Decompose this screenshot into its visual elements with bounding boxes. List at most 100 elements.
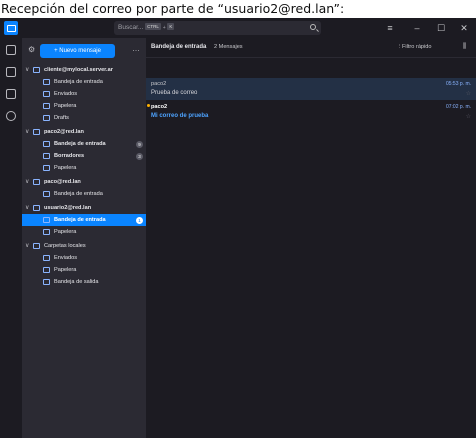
title-bar: Buscar... CTRL + K ≡ – ☐ ✕ bbox=[0, 18, 476, 38]
shortcut-ctrl: CTRL bbox=[145, 23, 161, 30]
folder-label: Papelera bbox=[54, 229, 77, 235]
local-folders-icon bbox=[33, 243, 40, 249]
minimize-button[interactable]: – bbox=[411, 22, 423, 34]
outbox-icon bbox=[43, 279, 50, 285]
filter-icon: ⫶ bbox=[399, 44, 401, 50]
account-row[interactable]: ∨ usuario2@red.lan bbox=[22, 202, 146, 214]
chat-icon[interactable] bbox=[6, 111, 16, 121]
message-row-unread[interactable]: paco2 Mi correo de prueba 07:02 p. m. ☆ bbox=[146, 101, 476, 123]
trash-icon bbox=[43, 103, 50, 109]
folder-row[interactable]: Enviados bbox=[22, 88, 146, 100]
sent-icon bbox=[43, 255, 50, 261]
folder-row[interactable]: Papelera bbox=[22, 226, 146, 238]
pane-settings-icon[interactable]: ⚙ bbox=[28, 46, 36, 54]
chevron-down-icon[interactable]: ∨ bbox=[25, 202, 29, 214]
trash-icon bbox=[43, 267, 50, 273]
folder-label: Bandeja de entrada bbox=[54, 79, 103, 85]
folder-row[interactable]: Bandeja de entrada bbox=[22, 76, 146, 88]
folder-row[interactable]: Papelera bbox=[22, 100, 146, 112]
unread-count-badge: 1 bbox=[136, 217, 143, 224]
account-row[interactable]: ∨ paco@red.lan bbox=[22, 176, 146, 188]
message-sender: paco2 bbox=[151, 81, 167, 87]
inbox-icon bbox=[43, 141, 50, 147]
folder-row[interactable]: Enviados bbox=[22, 252, 146, 264]
drafts-icon bbox=[43, 153, 50, 159]
folder-title: Bandeja de entrada bbox=[151, 44, 207, 50]
account-row[interactable]: ∨ cliente@mylocal.server.ar bbox=[22, 64, 146, 76]
folder-row[interactable]: Drafts bbox=[22, 112, 146, 124]
chevron-down-icon[interactable]: ∨ bbox=[25, 240, 29, 252]
pane-more-button[interactable]: … bbox=[132, 44, 140, 53]
caption-text: Recepción del correo por parte de “usuar… bbox=[0, 0, 476, 18]
maximize-button[interactable]: ☐ bbox=[435, 22, 447, 34]
account-icon bbox=[33, 179, 40, 185]
unread-count-badge: 3 bbox=[136, 153, 143, 160]
app-menu-button[interactable]: ≡ bbox=[384, 22, 396, 34]
chevron-down-icon[interactable]: ∨ bbox=[25, 176, 29, 188]
folder-label: usuario2@red.lan bbox=[44, 205, 92, 211]
folder-label: Papelera bbox=[54, 165, 77, 171]
unread-dot-icon bbox=[147, 104, 150, 107]
folder-row[interactable]: Bandeja de entrada bbox=[22, 188, 146, 200]
spaces-toolbar bbox=[0, 38, 22, 438]
chevron-down-icon[interactable]: ∨ bbox=[25, 64, 29, 76]
folder-label: Enviados bbox=[54, 255, 78, 261]
mail-space-icon[interactable] bbox=[6, 45, 16, 55]
inbox-icon bbox=[43, 217, 50, 223]
inbox-icon bbox=[43, 79, 50, 85]
folder-label: cliente@mylocal.server.ar bbox=[44, 67, 113, 73]
chevron-down-icon[interactable]: ∨ bbox=[25, 126, 29, 138]
message-time: 07:02 p. m. bbox=[445, 104, 471, 110]
calendar-icon[interactable] bbox=[6, 89, 16, 99]
account-icon bbox=[33, 129, 40, 135]
folder-label: Borradores bbox=[54, 153, 85, 159]
folder-row[interactable]: Papelera bbox=[22, 162, 146, 174]
folder-label: Bandeja de entrada bbox=[54, 141, 106, 147]
display-options-icon[interactable]: ⫼ bbox=[463, 43, 466, 51]
account-icon bbox=[33, 205, 40, 211]
quick-filter-label: Filtro rápido bbox=[401, 44, 432, 50]
folder-label: Bandeja de entrada bbox=[54, 217, 106, 223]
folder-label: paco@red.lan bbox=[44, 179, 81, 185]
folder-label: Enviados bbox=[54, 91, 78, 97]
folder-label: paco2@red.lan bbox=[44, 129, 84, 135]
folder-label: Carpetas locales bbox=[44, 243, 86, 249]
message-subject: Mi correo de prueba bbox=[151, 113, 209, 119]
folder-label: Bandeja de entrada bbox=[54, 191, 103, 197]
message-time: 05:53 p. m. bbox=[445, 81, 471, 87]
folder-row[interactable]: Borradores 3 bbox=[22, 150, 146, 162]
thunderbird-window: Buscar... CTRL + K ≡ – ☐ ✕ ⚙ + Nuevo men… bbox=[0, 18, 476, 438]
trash-icon bbox=[43, 229, 50, 235]
unread-count-badge: 9 bbox=[136, 141, 143, 148]
trash-icon bbox=[43, 165, 50, 171]
folder-icon bbox=[43, 115, 50, 121]
new-message-button[interactable]: + Nuevo mensaje bbox=[40, 44, 115, 58]
address-book-icon[interactable] bbox=[6, 67, 16, 77]
account-row[interactable]: ∨ Carpetas locales bbox=[22, 240, 146, 252]
search-icon bbox=[310, 24, 316, 30]
folder-row[interactable]: Papelera bbox=[22, 264, 146, 276]
folder-label: Papelera bbox=[54, 267, 77, 273]
global-search-bar[interactable]: Buscar... CTRL + K bbox=[114, 21, 321, 35]
folder-tree: ∨ cliente@mylocal.server.ar Bandeja de ent… bbox=[22, 64, 146, 288]
folder-pane: ⚙ + Nuevo mensaje … ∨ cliente@mylocal.ser… bbox=[22, 38, 146, 438]
mail-app-icon[interactable] bbox=[4, 21, 18, 35]
account-icon bbox=[33, 67, 40, 73]
shortcut-k: K bbox=[167, 23, 175, 30]
folder-row[interactable]: Bandeja de entrada 1 bbox=[22, 214, 146, 226]
star-icon[interactable]: ☆ bbox=[466, 113, 471, 120]
quick-filter-button[interactable]: ⫶ Filtro rápido bbox=[399, 44, 432, 51]
message-count: 2 Mensajes bbox=[214, 44, 243, 50]
account-row[interactable]: ∨ paco2@red.lan bbox=[22, 126, 146, 138]
folder-label: Bandeja de salida bbox=[54, 279, 99, 285]
message-list-header: Bandeja de entrada 2 Mensajes ⫶ Filtro r… bbox=[146, 38, 476, 58]
folder-row[interactable]: Bandeja de entrada 9 bbox=[22, 138, 146, 150]
folder-label: Papelera bbox=[54, 103, 77, 109]
star-icon[interactable]: ☆ bbox=[466, 90, 471, 97]
folder-row[interactable]: Bandeja de salida bbox=[22, 276, 146, 288]
message-subject: Prueba de correo bbox=[151, 90, 198, 96]
message-row[interactable]: paco2 Prueba de correo 05:53 p. m. ☆ bbox=[146, 78, 476, 100]
shortcut-plus: + bbox=[162, 25, 166, 31]
sent-icon bbox=[43, 91, 50, 97]
close-button[interactable]: ✕ bbox=[458, 22, 470, 34]
